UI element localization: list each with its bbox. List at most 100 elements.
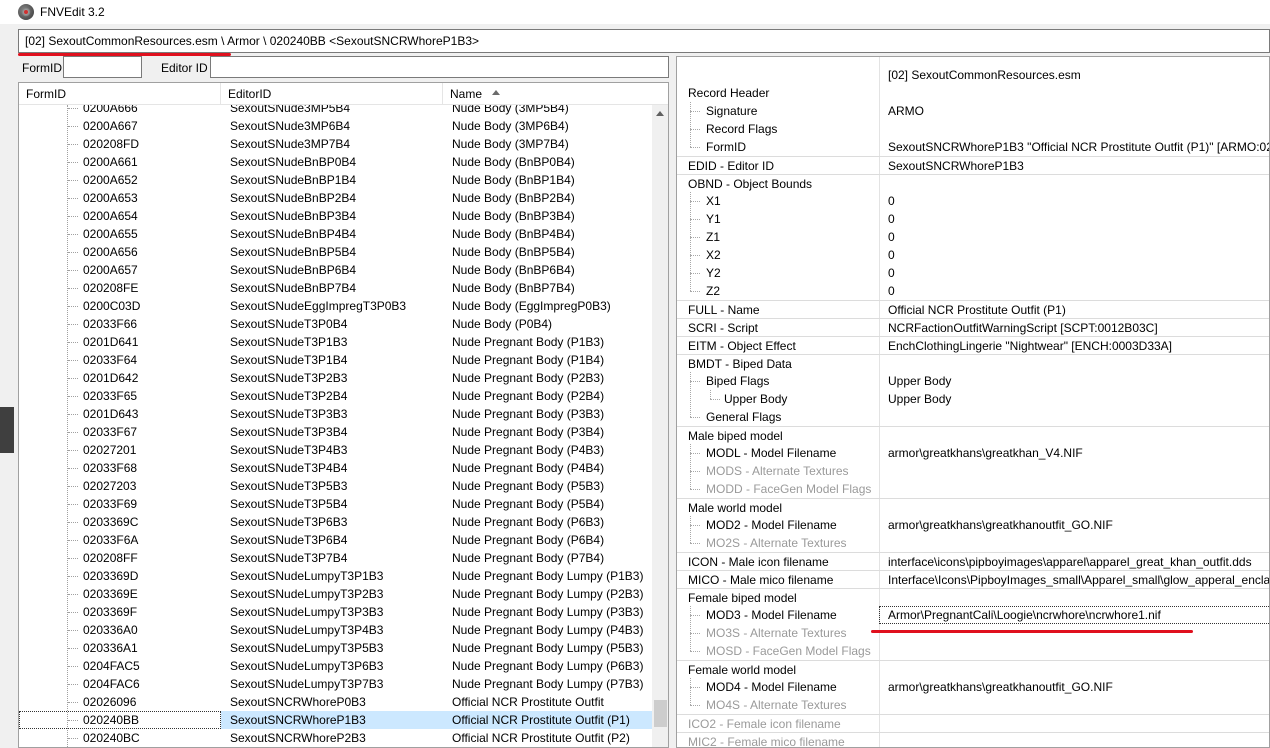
table-row[interactable]: 0200A656 SexoutSNudeBnBP5B4 Nude Body (BnB…	[19, 243, 652, 261]
record-field-row[interactable]: MODS - Alternate Textures	[677, 462, 1269, 480]
table-row[interactable]: 0204FAC5 SexoutSNudeLumpyT3P6B3 Nude Pregn…	[19, 657, 652, 675]
record-field-row[interactable]: BMDT - Biped Data	[677, 354, 1269, 372]
record-field-row[interactable]: FormID SexoutSNCRWhoreP1B3 "Official NCR …	[677, 138, 1269, 156]
editorid-filter-input[interactable]	[210, 56, 669, 78]
table-row[interactable]: 0201D642 SexoutSNudeT3P2B3 Nude Pregnant B…	[19, 369, 652, 387]
record-field-row[interactable]: Z2 0	[677, 282, 1269, 300]
table-row[interactable]: 0200A653 SexoutSNudeBnBP2B4 Nude Body (BnB…	[19, 189, 652, 207]
record-list[interactable]: FormID EditorID Name 0200A666 SexoutSNude…	[18, 82, 669, 748]
record-field-row[interactable]: X2 0	[677, 246, 1269, 264]
table-row[interactable]: 020240BC SexoutSNCRWhoreP2B3 Official NCR …	[19, 729, 652, 747]
table-row[interactable]: 0200A652 SexoutSNudeBnBP1B4 Nude Body (BnB…	[19, 171, 652, 189]
panel-splitter[interactable]	[669, 56, 675, 748]
table-row[interactable]: 0204FAC6 SexoutSNudeLumpyT3P7B3 Nude Pregn…	[19, 675, 652, 693]
cell-editorid: SexoutSNudeLumpyT3P1B3	[230, 569, 384, 583]
record-field-row[interactable]: SCRI - Script NCRFactionOutfitWarningScri…	[677, 318, 1269, 336]
record-field-row[interactable]: MOSD - FaceGen Model Flags	[677, 642, 1269, 660]
column-header-formid[interactable]: FormID	[19, 83, 221, 105]
record-field-row[interactable]: FULL - Name Official NCR Prostitute Outfi…	[677, 300, 1269, 318]
record-field-value: Interface\Icons\PipboyImages_small\Appar…	[888, 573, 1270, 587]
table-row[interactable]: 0200A655 SexoutSNudeBnBP4B4 Nude Body (BnB…	[19, 225, 652, 243]
table-row-selected[interactable]: 020240BB SexoutSNCRWhoreP1B3 Official NCR …	[19, 711, 652, 729]
table-row[interactable]: 0200A661 SexoutSNudeBnBP0B4 Nude Body (BnB…	[19, 153, 652, 171]
record-field-name: Record Header	[688, 86, 770, 100]
table-row[interactable]: 02033F67 SexoutSNudeT3P3B4 Nude Pregnant B…	[19, 423, 652, 441]
record-field-row[interactable]: MODD - FaceGen Model Flags	[677, 480, 1269, 498]
record-field-row[interactable]: MOD3 - Model Filename Armor\PregnantCali\…	[677, 606, 1269, 624]
column-header-name[interactable]: Name	[443, 83, 652, 105]
formid-filter-input[interactable]	[63, 56, 142, 78]
table-row[interactable]: 02033F64 SexoutSNudeT3P1B4 Nude Pregnant B…	[19, 351, 652, 369]
cell-formid: 0200A656	[83, 245, 138, 259]
table-row[interactable]: 02026096 SexoutSNCRWhoreP0B3 Official NCR …	[19, 693, 652, 711]
scroll-thumb[interactable]	[654, 700, 667, 727]
table-row[interactable]: 0200A667 SexoutSNude3MP6B4 Nude Body (3MP6…	[19, 117, 652, 135]
cell-editorid: SexoutSNudeT3P0B4	[230, 317, 348, 331]
table-row[interactable]: 0201D641 SexoutSNudeT3P1B3 Nude Pregnant B…	[19, 333, 652, 351]
table-row[interactable]: 0200A654 SexoutSNudeBnBP3B4 Nude Body (BnB…	[19, 207, 652, 225]
record-field-row[interactable]: [02] SexoutCommonResources.esm	[677, 66, 1269, 84]
record-field-row[interactable]: Female biped model	[677, 588, 1269, 606]
field-focus-rect	[879, 606, 1269, 624]
table-row[interactable]: 0203369F SexoutSNudeLumpyT3P3B3 Nude Pregn…	[19, 603, 652, 621]
table-row[interactable]: 02033F69 SexoutSNudeT3P5B4 Nude Pregnant B…	[19, 495, 652, 513]
record-field-row[interactable]: MODL - Model Filename armor\greatkhans\gr…	[677, 444, 1269, 462]
table-row[interactable]: 0203369D SexoutSNudeLumpyT3P1B3 Nude Pregn…	[19, 567, 652, 585]
record-field-row[interactable]: ICO2 - Female icon filename	[677, 714, 1269, 732]
record-path-bar[interactable]: [02] SexoutCommonResources.esm \ Armor \…	[18, 29, 1270, 53]
table-row[interactable]: 020208FD SexoutSNude3MP7B4 Nude Body (3MP7…	[19, 135, 652, 153]
record-field-row[interactable]: OBND - Object Bounds	[677, 174, 1269, 192]
cell-name: Nude Pregnant Body (P6B3)	[452, 515, 605, 529]
tree-branch-line	[690, 129, 700, 130]
record-field-row[interactable]: Upper Body Upper Body	[677, 390, 1269, 408]
tree-branch-line	[68, 702, 78, 703]
table-row[interactable]: 02027203 SexoutSNudeT3P5B3 Nude Pregnant B…	[19, 477, 652, 495]
record-field-row[interactable]: MO3S - Alternate Textures	[677, 624, 1269, 642]
record-field-row[interactable]: ICON - Male icon filename interface\icons…	[677, 552, 1269, 570]
record-field-row[interactable]: Signature ARMO	[677, 102, 1269, 120]
table-row[interactable]: 02033F65 SexoutSNudeT3P2B4 Nude Pregnant B…	[19, 387, 652, 405]
table-row[interactable]: 02033F68 SexoutSNudeT3P4B4 Nude Pregnant B…	[19, 459, 652, 477]
record-field-row[interactable]: Female world model	[677, 660, 1269, 678]
table-row[interactable]: 0200A666 SexoutSNude3MP5B4 Nude Body (3MP5…	[19, 105, 652, 117]
table-row[interactable]: 0203369C SexoutSNudeT3P6B3 Nude Pregnant B…	[19, 513, 652, 531]
record-field-value: armor\greatkhans\greatkhanoutfit_GO.NIF	[888, 518, 1113, 532]
tree-branch-line	[690, 687, 700, 688]
table-row[interactable]: 0200A657 SexoutSNudeBnBP6B4 Nude Body (BnB…	[19, 261, 652, 279]
record-field-row[interactable]: Record Header	[677, 84, 1269, 102]
record-field-row[interactable]: Z1 0	[677, 228, 1269, 246]
tree-branch-line	[68, 198, 78, 199]
record-field-row[interactable]: X1 0	[677, 192, 1269, 210]
record-field-row[interactable]: Y1 0	[677, 210, 1269, 228]
table-row[interactable]: 02027201 SexoutSNudeT3P4B3 Nude Pregnant B…	[19, 441, 652, 459]
tree-branch-line	[690, 273, 700, 274]
table-row[interactable]: 020336A1 SexoutSNudeLumpyT3P5B3 Nude Pregn…	[19, 639, 652, 657]
record-field-name: Female world model	[688, 663, 797, 677]
table-row[interactable]: 0203369E SexoutSNudeLumpyT3P2B3 Nude Pregn…	[19, 585, 652, 603]
column-header-editorid[interactable]: EditorID	[221, 83, 443, 105]
table-row[interactable]: 0200C03D SexoutSNudeEggImpregT3P0B3 Nude B…	[19, 297, 652, 315]
record-field-row[interactable]: Biped Flags Upper Body	[677, 372, 1269, 390]
record-field-row[interactable]: Record Flags	[677, 120, 1269, 138]
table-row[interactable]: 020208FF SexoutSNudeT3P7B4 Nude Pregnant B…	[19, 549, 652, 567]
record-field-row[interactable]: MICO - Male mico filename Interface\Icons…	[677, 570, 1270, 588]
record-list-scrollbar[interactable]	[652, 105, 668, 747]
record-view[interactable]: [02] SexoutCommonResources.esm Record Hea…	[676, 56, 1270, 748]
record-field-row[interactable]: General Flags	[677, 408, 1269, 426]
table-row[interactable]: 02033F66 SexoutSNudeT3P0B4 Nude Body (P0B4…	[19, 315, 652, 333]
scroll-up-arrow-icon[interactable]	[656, 111, 664, 116]
record-field-row[interactable]: Male biped model	[677, 426, 1269, 444]
record-field-row[interactable]: EITM - Object Effect EnchClothingLingerie…	[677, 336, 1269, 354]
table-row[interactable]: 020208FE SexoutSNudeBnBP7B4 Nude Body (BnB…	[19, 279, 652, 297]
table-row[interactable]: 020336A0 SexoutSNudeLumpyT3P4B3 Nude Pregn…	[19, 621, 652, 639]
record-field-row[interactable]: MIC2 - Female mico filename	[677, 732, 1269, 747]
table-row[interactable]: 02033F6A SexoutSNudeT3P6B4 Nude Pregnant B…	[19, 531, 652, 549]
record-field-row[interactable]: Male world model	[677, 498, 1269, 516]
table-row[interactable]: 0201D643 SexoutSNudeT3P3B3 Nude Pregnant B…	[19, 405, 652, 423]
record-field-row[interactable]: MOD4 - Model Filename armor\greatkhans\gr…	[677, 678, 1269, 696]
record-field-row[interactable]: MO4S - Alternate Textures	[677, 696, 1269, 714]
record-field-row[interactable]: MO2S - Alternate Textures	[677, 534, 1269, 552]
record-field-row[interactable]: EDID - Editor ID SexoutSNCRWhoreP1B3	[677, 156, 1269, 174]
record-field-row[interactable]: Y2 0	[677, 264, 1269, 282]
record-field-row[interactable]: MOD2 - Model Filename armor\greatkhans\gr…	[677, 516, 1269, 534]
